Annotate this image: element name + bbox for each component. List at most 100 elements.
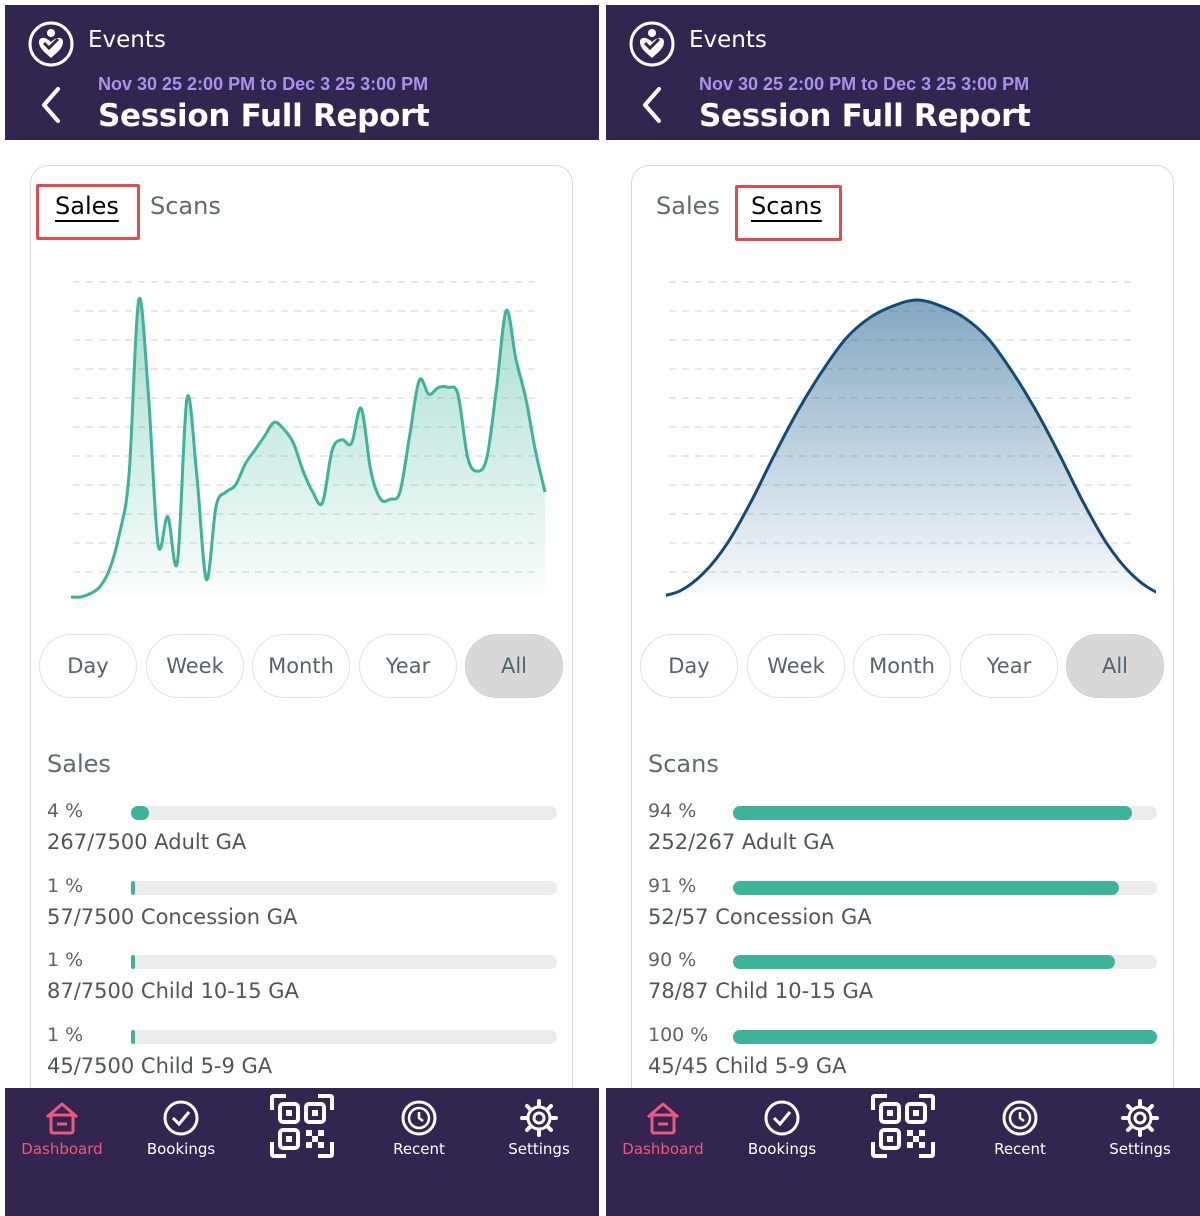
nav-label: Recent [994, 1140, 1046, 1158]
range-year[interactable]: Year [359, 634, 457, 698]
row-label: 45/45 Child 5-9 GA [648, 1054, 847, 1078]
tab-scans[interactable]: Scans [751, 192, 822, 220]
range-year[interactable]: Year [960, 634, 1058, 698]
progress-fill [131, 881, 135, 895]
nav-scan[interactable] [848, 1088, 958, 1178]
row-label: 252/267 Adult GA [648, 830, 834, 854]
nav-label: Bookings [146, 1140, 216, 1158]
row-percent: 100 % [648, 1024, 709, 1046]
progress-fill [733, 881, 1119, 895]
gear-icon [1121, 1099, 1159, 1137]
sales-row: 1 % 57/7500 Concession GA [47, 875, 559, 945]
sales-row: 1 % 45/7500 Child 5-9 GA [47, 1024, 559, 1094]
home-icon [647, 1102, 679, 1135]
tab-sales[interactable]: Sales [656, 192, 720, 220]
back-arrow-icon[interactable] [39, 85, 63, 125]
progress-track [131, 806, 557, 820]
nav-dashboard[interactable]: Dashboard [7, 1088, 117, 1178]
progress-track [733, 955, 1157, 969]
row-label: 87/7500 Child 10-15 GA [47, 979, 299, 1003]
progress-fill [733, 1030, 1157, 1044]
progress-fill [131, 955, 135, 969]
section-title: Sales [47, 750, 111, 778]
row-percent: 1 % [47, 949, 84, 971]
row-label: 52/57 Concession GA [648, 905, 872, 929]
progress-track [733, 881, 1157, 895]
check-circle-icon [163, 1100, 199, 1136]
gear-icon [520, 1099, 558, 1137]
row-percent: 94 % [648, 800, 697, 822]
row-percent: 4 % [47, 800, 84, 822]
nav-label: Settings [508, 1140, 570, 1158]
progress-fill [733, 955, 1115, 969]
home-icon [46, 1102, 78, 1135]
brand-name: Events [689, 27, 767, 53]
nav-settings[interactable]: Settings [1085, 1088, 1195, 1178]
page-title: Session Full Report [699, 98, 1031, 134]
events-logo-icon [629, 21, 675, 67]
scans-chart [666, 281, 1156, 597]
row-percent: 91 % [648, 875, 697, 897]
date-range: Nov 30 25 2:00 PM to Dec 3 25 3:00 PM [699, 74, 1030, 94]
bottom-nav: Dashboard Bookings Recent Settings [606, 1088, 1200, 1216]
app-header: Events Nov 30 25 2:00 PM to Dec 3 25 3:0… [606, 5, 1200, 140]
nav-dashboard[interactable]: Dashboard [608, 1088, 718, 1178]
tab-sales[interactable]: Sales [55, 192, 119, 220]
nav-scan[interactable] [247, 1088, 357, 1178]
range-all[interactable]: All [1066, 634, 1164, 698]
row-percent: 90 % [648, 949, 697, 971]
page-title: Session Full Report [98, 98, 430, 134]
date-range: Nov 30 25 2:00 PM to Dec 3 25 3:00 PM [98, 74, 429, 94]
scans-screen: Events Nov 30 25 2:00 PM to Dec 3 25 3:0… [606, 0, 1200, 1216]
progress-fill [131, 806, 149, 820]
scans-row: 91 % 52/57 Concession GA [648, 875, 1160, 945]
row-percent: 1 % [47, 1024, 84, 1046]
row-percent: 1 % [47, 875, 84, 897]
sales-screen: Events Nov 30 25 2:00 PM to Dec 3 25 3:0… [5, 0, 599, 1216]
section-title: Scans [648, 750, 719, 778]
nav-label: Dashboard [21, 1140, 103, 1158]
chart-area [666, 300, 1156, 597]
nav-label: Settings [1109, 1140, 1171, 1158]
scans-row: 100 % 45/45 Child 5-9 GA [648, 1024, 1160, 1094]
nav-recent[interactable]: Recent [364, 1088, 474, 1178]
nav-recent[interactable]: Recent [965, 1088, 1075, 1178]
check-circle-icon [764, 1100, 800, 1136]
nav-label: Recent [393, 1140, 445, 1158]
row-label: 267/7500 Adult GA [47, 830, 247, 854]
nav-settings[interactable]: Settings [484, 1088, 594, 1178]
chart-area [71, 298, 545, 598]
row-label: 57/7500 Concession GA [47, 905, 298, 929]
range-month[interactable]: Month [853, 634, 951, 698]
nav-bookings[interactable]: Bookings [727, 1088, 837, 1178]
events-logo-icon [28, 21, 74, 67]
qr-code-icon [871, 1094, 935, 1158]
back-arrow-icon[interactable] [640, 85, 664, 125]
sales-row: 1 % 87/7500 Child 10-15 GA [47, 949, 559, 1019]
sales-chart [70, 281, 547, 599]
brand-name: Events [88, 27, 166, 53]
progress-track [733, 1030, 1157, 1044]
scans-row: 90 % 78/87 Child 10-15 GA [648, 949, 1160, 1019]
progress-track [131, 1030, 557, 1044]
nav-bookings[interactable]: Bookings [126, 1088, 236, 1178]
progress-track [131, 881, 557, 895]
range-week[interactable]: Week [747, 634, 845, 698]
nav-label: Bookings [747, 1140, 817, 1158]
progress-track [131, 955, 557, 969]
row-label: 45/7500 Child 5-9 GA [47, 1054, 273, 1078]
range-all[interactable]: All [465, 634, 563, 698]
range-day[interactable]: Day [640, 634, 738, 698]
nav-label: Dashboard [622, 1140, 704, 1158]
range-month[interactable]: Month [252, 634, 350, 698]
tab-scans[interactable]: Scans [150, 192, 221, 220]
progress-fill [131, 1030, 135, 1044]
progress-fill [733, 806, 1132, 820]
range-day[interactable]: Day [39, 634, 137, 698]
qr-code-icon [270, 1094, 334, 1158]
app-header: Events Nov 30 25 2:00 PM to Dec 3 25 3:0… [5, 5, 599, 140]
row-label: 78/87 Child 10-15 GA [648, 979, 874, 1003]
range-week[interactable]: Week [146, 634, 244, 698]
history-icon [1002, 1100, 1038, 1136]
progress-track [733, 806, 1157, 820]
